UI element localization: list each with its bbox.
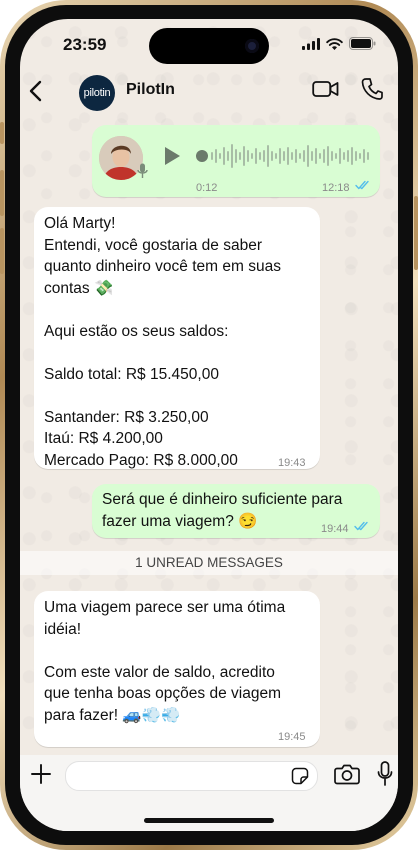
contact-avatar[interactable]: pilotin [79,75,115,111]
message-composer-bar [20,755,398,831]
cellular-signal-icon [302,37,320,50]
message-input[interactable] [65,761,318,791]
dynamic-island [149,28,269,64]
avatar-logo-text: pilotin [83,87,111,99]
battery-icon [349,37,376,50]
camera-icon[interactable] [334,763,360,785]
microphone-icon [137,163,148,178]
message-line: Será que é dinheiro suficiente para [102,491,343,508]
message-line: Uma viagem parece ser uma ótima [44,599,286,616]
contact-name[interactable]: PilotIn [126,81,175,99]
message-time: 19:44 [321,523,349,535]
message-line [44,342,314,364]
incoming-message[interactable]: Olá Marty! Entendi, você gostaria de sab… [34,207,320,469]
message-line: Entendi, você gostaria de saber [44,236,262,254]
voice-call-icon[interactable] [361,77,383,101]
message-line: Itaú: R$ 4.200,00 [44,430,163,447]
chat-header: pilotin PilotIn [20,71,398,115]
message-text: Uma viagem parece ser uma ótima idéia! C… [44,597,314,726]
read-ticks-icon [355,180,369,190]
home-indicator [144,818,274,823]
message-line [44,640,314,662]
message-line: Santander: R$ 3.250,00 [44,408,209,426]
phone-screen: 23:59 pilotin PilotIn 0:12 12:18 Olá Mar… [20,19,398,831]
voice-duration: 0:12 [196,182,218,194]
status-time: 23:59 [63,35,107,54]
play-icon[interactable] [163,146,181,166]
outgoing-voice-message[interactable]: 0:12 12:18 [92,125,380,197]
message-time: 19:43 [278,457,306,469]
message-line: que tenha boas opções de viagem [44,685,281,702]
silent-switch [0,122,4,144]
voice-waveform[interactable] [195,139,377,173]
message-line: idéia! [44,620,82,638]
message-time: 19:45 [278,731,306,743]
outgoing-message[interactable]: Será que é dinheiro suficiente para faze… [92,484,380,538]
video-call-icon[interactable] [312,79,339,99]
status-icons [302,37,376,50]
message-text: Olá Marty! Entendi, você gostaria de sab… [44,213,314,471]
message-line: Aqui estão os seus saldos: [44,322,229,340]
volume-down-button [0,228,4,274]
message-line: para fazer! 🚙💨💨 [44,706,181,724]
message-line: Olá Marty! [44,215,116,232]
incoming-message[interactable]: Uma viagem parece ser uma ótima idéia! C… [34,591,320,747]
message-line: contas 💸 [44,279,114,297]
sticker-icon[interactable] [291,767,309,785]
message-line: Mercado Pago: R$ 8.000,00 [44,451,238,469]
message-line [44,385,314,407]
message-time: 12:18 [322,182,350,194]
front-camera-icon [245,39,259,53]
message-line [44,299,314,321]
power-button [414,196,418,270]
attach-plus-icon[interactable] [30,763,52,785]
wifi-icon [326,37,343,50]
message-line: quanto dinheiro você tem em suas [44,258,281,275]
read-ticks-icon [354,521,368,531]
microphone-record-icon[interactable] [377,761,393,787]
unread-messages-banner: 1 UNREAD MESSAGES [20,551,398,575]
message-line: Saldo total: R$ 15.450,00 [44,365,219,383]
volume-up-button [0,170,4,216]
status-bar: 23:59 [20,19,398,71]
back-arrow-icon[interactable] [26,79,46,103]
message-line: Com este valor de saldo, acredito [44,663,275,681]
